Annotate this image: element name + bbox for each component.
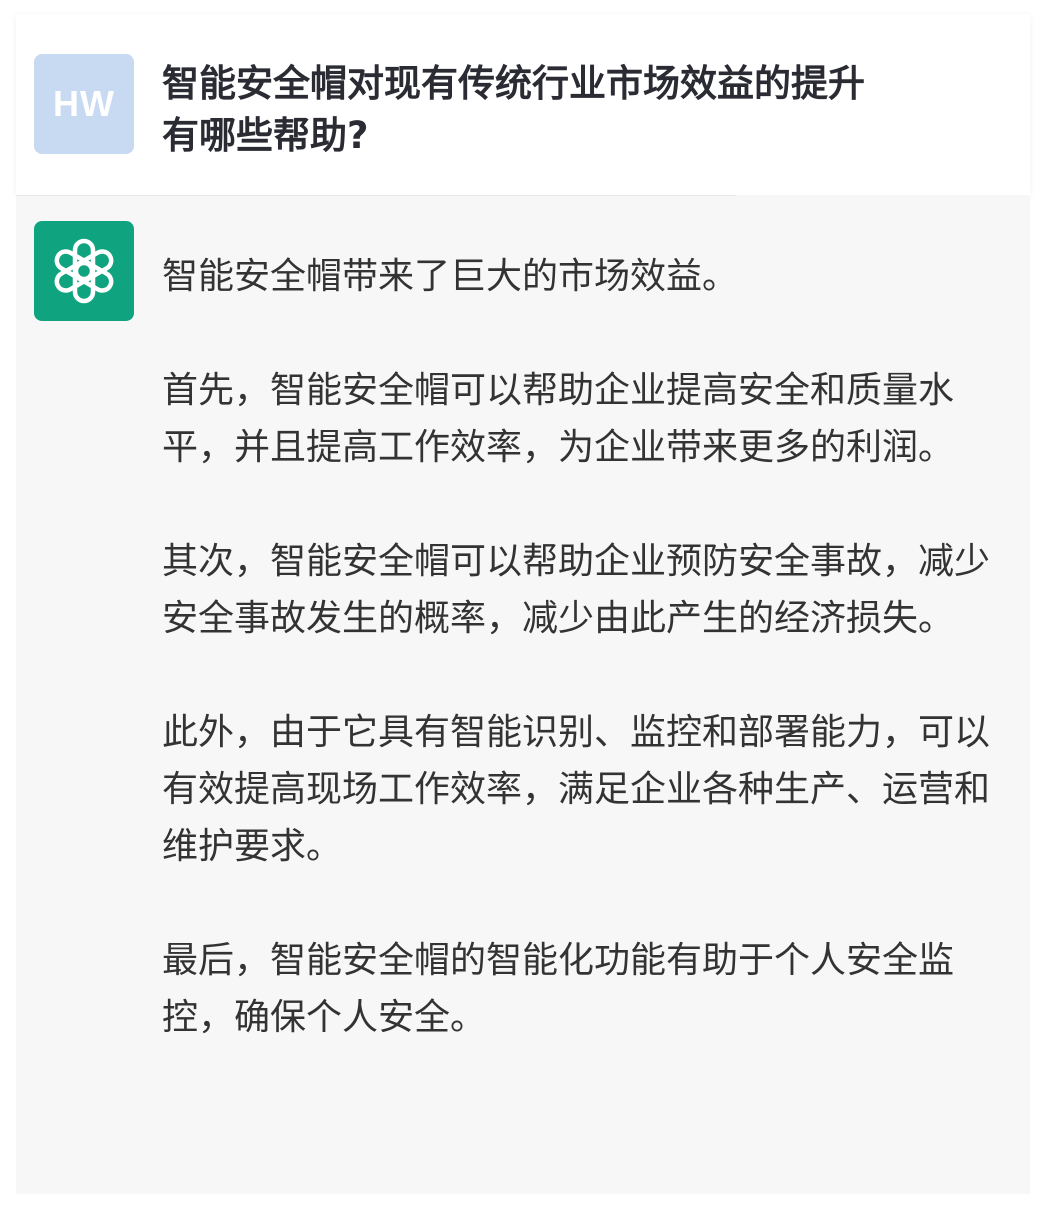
assistant-avatar <box>34 221 134 321</box>
user-question-text: 智能安全帽对现有传统行业市场效益的提升 有哪些帮助? <box>162 58 952 162</box>
answer-paragraph: 首先，智能安全帽可以帮助企业提高安全和质量水平，并且提高工作效率，为企业带来更多… <box>162 370 955 468</box>
user-question-line: 有哪些帮助? <box>162 114 369 157</box>
chat-thread: HW 智能安全帽对现有传统行业市场效益的提升 有哪些帮助? 智能安全帽带来了巨大… <box>16 14 1030 1194</box>
user-question-line: 智能安全帽对现有传统行业市场效益的提升 <box>162 62 865 105</box>
answer-paragraph: 智能安全帽带来了巨大的市场效益。 <box>162 256 739 297</box>
answer-paragraph: 其次，智能安全帽可以帮助企业预防安全事故，减少安全事故发生的概率，减少由此产生的… <box>162 541 991 639</box>
assistant-message: 智能安全帽带来了巨大的市场效益。 首先，智能安全帽可以帮助企业提高安全和质量水平… <box>16 196 1030 1194</box>
user-avatar: HW <box>34 54 134 154</box>
user-message: HW 智能安全帽对现有传统行业市场效益的提升 有哪些帮助? <box>16 14 1030 195</box>
answer-paragraph: 最后，智能安全帽的智能化功能有助于个人安全监控，确保个人安全。 <box>162 940 955 1038</box>
assistant-answer: 智能安全帽带来了巨大的市场效益。 首先，智能安全帽可以帮助企业提高安全和质量水平… <box>162 248 1008 1046</box>
answer-paragraph: 此外，由于它具有智能识别、监控和部署能力，可以有效提高现场工作效率，满足企业各种… <box>162 712 991 867</box>
openai-logo-icon <box>54 238 114 304</box>
